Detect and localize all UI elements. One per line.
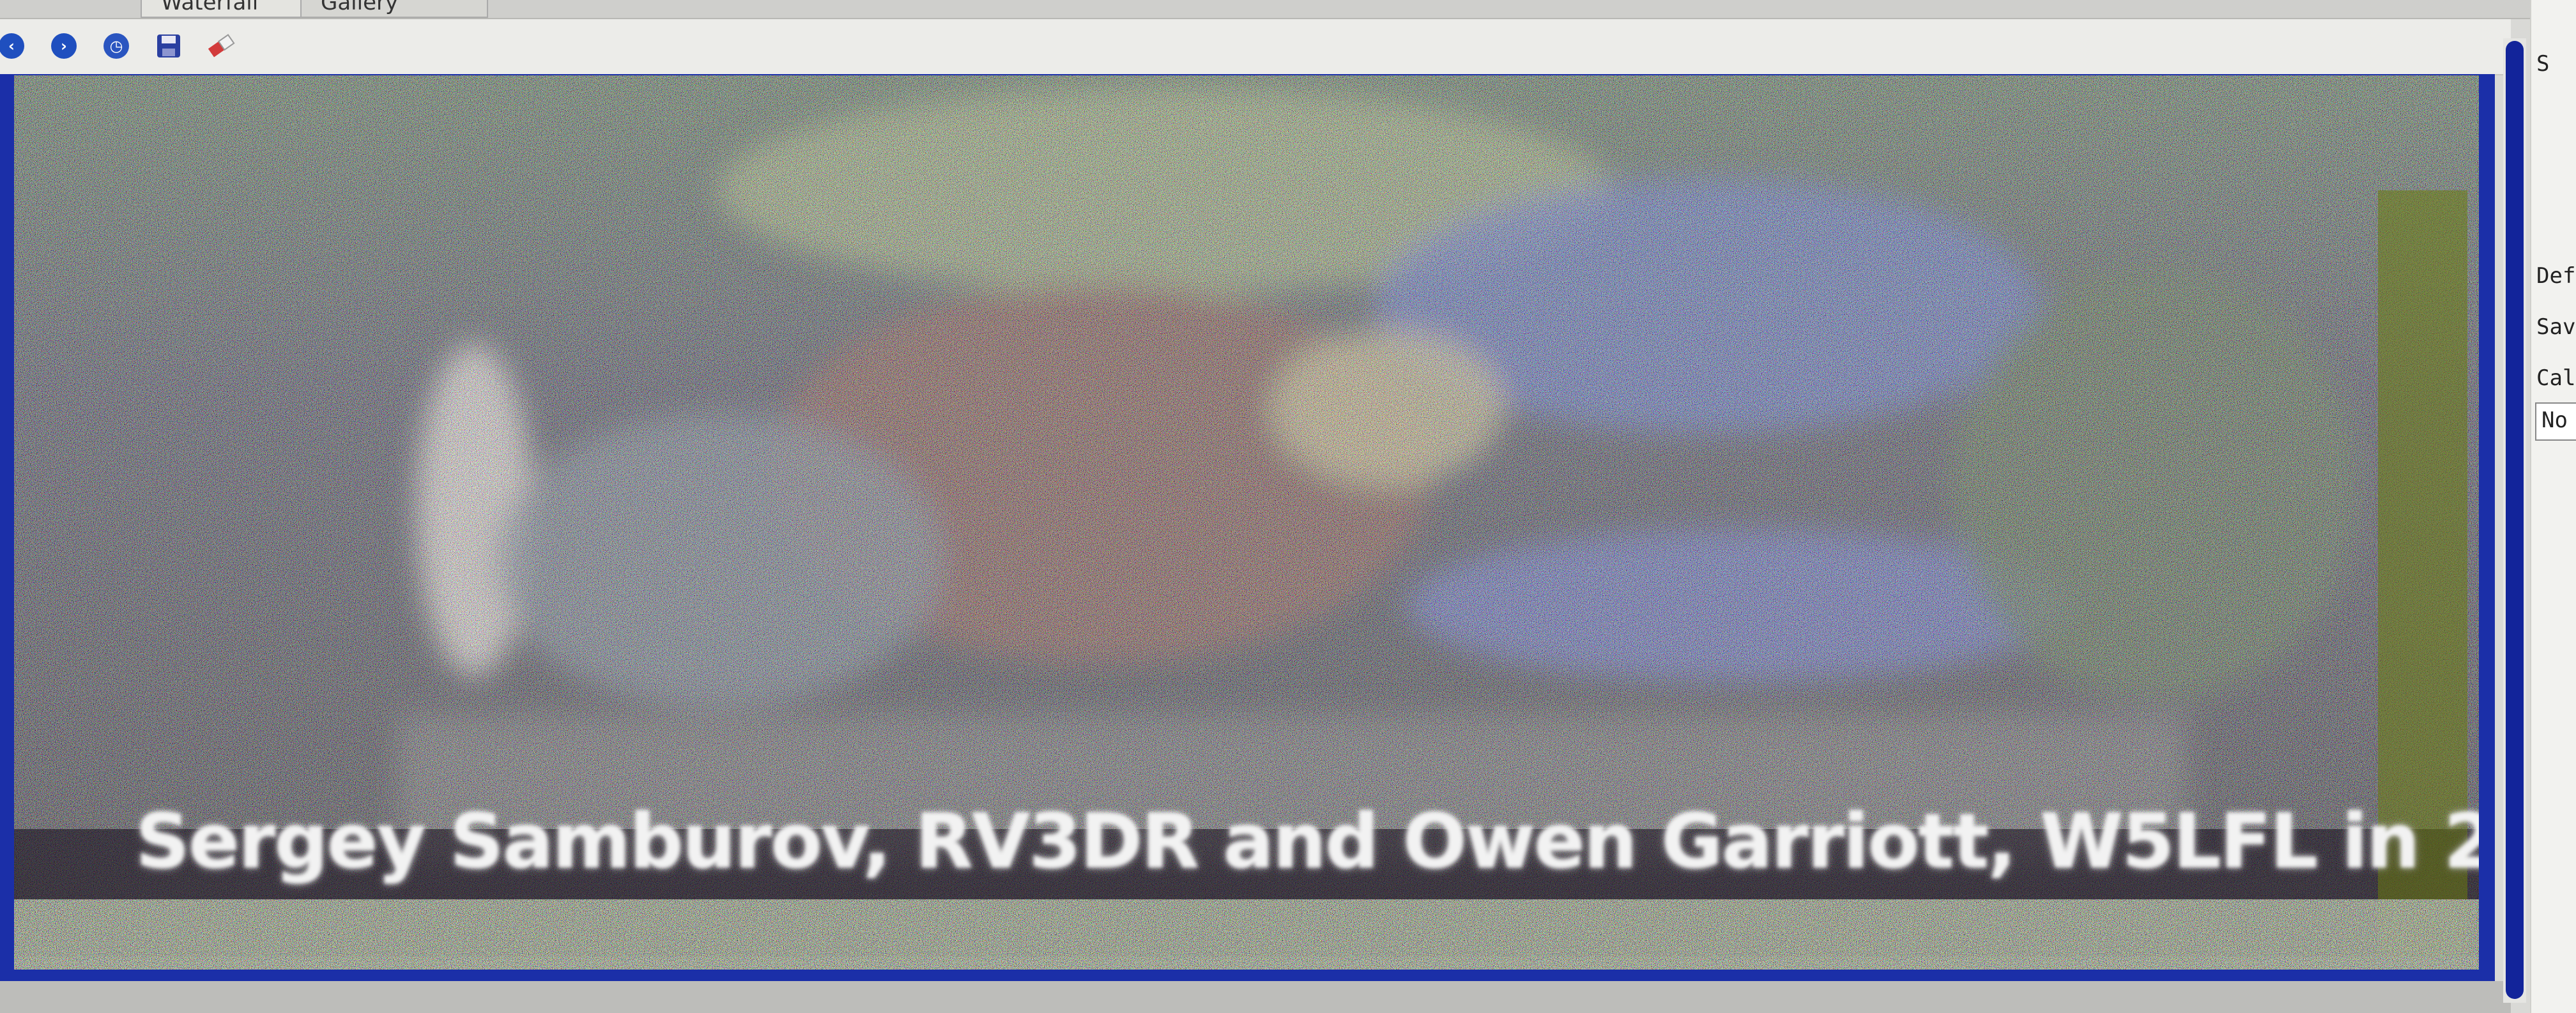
image-viewer: Sergey Samburov, RV3DR and Owen Garriott… (14, 75, 2479, 970)
image-caption: Sergey Samburov, RV3DR and Owen Garriott… (135, 797, 2479, 885)
mode-select[interactable]: No (2535, 402, 2576, 441)
next-image-button[interactable]: › (43, 26, 84, 66)
clock-icon: ◷ (103, 33, 129, 59)
settings-side-panel: S Def Sav Cal No (2530, 0, 2576, 1013)
mode-select-value: No (2542, 407, 2568, 433)
status-area (0, 981, 2511, 1013)
toolbar: ‹ › ◷ (0, 19, 2511, 75)
calibrate-option[interactable]: Cal (2536, 365, 2575, 391)
clear-button[interactable] (201, 26, 241, 66)
floppy-icon (157, 34, 180, 57)
tab-waterfall-label: Waterfall (161, 0, 259, 15)
eraser-icon (208, 34, 235, 57)
tab-strip: Waterfall Gallery (0, 0, 2576, 19)
scrollbar-thumb[interactable] (2506, 41, 2524, 999)
vertical-scrollbar[interactable] (2503, 38, 2526, 1003)
circle-left-icon: ‹ (0, 33, 24, 59)
side-panel-header: S (2536, 51, 2550, 77)
default-option[interactable]: Def (2536, 263, 2575, 289)
previous-image-button[interactable]: ‹ (0, 26, 32, 66)
refresh-button[interactable]: ◷ (96, 26, 137, 66)
tab-gallery[interactable]: Gallery (300, 0, 488, 18)
circle-right-icon: › (51, 33, 77, 59)
tab-gallery-label: Gallery (321, 0, 399, 15)
save-button[interactable] (148, 26, 189, 66)
save-option[interactable]: Sav (2536, 314, 2575, 340)
